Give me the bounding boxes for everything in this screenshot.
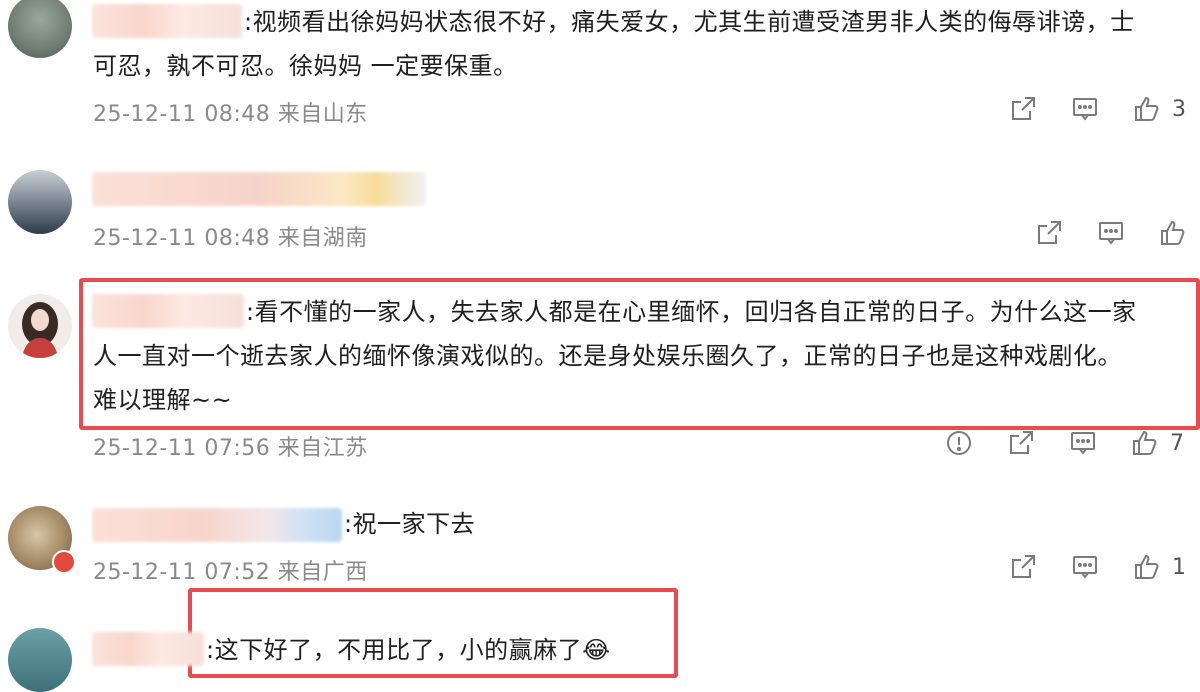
laughing-emoji-icon: 😂 [582,636,611,664]
share-icon[interactable] [1006,550,1040,584]
comment-meta: 25-12-11 08:48 来自湖南 [93,226,368,251]
comment-text: 人一直对一个逝去家人的缅怀像演戏似的。还是身处娱乐圈久了，正常的日子也是这种戏剧… [93,342,1122,370]
comment-text: :祝一家下去 [344,510,476,538]
comment-meta: 25-12-11 07:56 来自江苏 [93,436,368,461]
avatar[interactable] [8,294,72,358]
report-icon[interactable] [942,426,976,460]
comment-meta: 25-12-11 07:52 来自广西 [93,560,368,585]
username-blurred[interactable] [92,4,242,38]
like-count: 7 [1170,430,1184,456]
like-count: 3 [1172,96,1186,122]
comment-text: 可忍，孰不可忍。徐妈妈 一定要保重。 [93,52,518,80]
comment-text: :看不懂的一家人，失去家人都是在心里缅怀，回归各自正常的日子。为什么这一家 [246,298,1137,326]
like-icon[interactable] [1130,92,1164,126]
like-icon[interactable] [1130,550,1164,584]
like-icon[interactable] [1156,216,1190,250]
comment-text-content: :这下好了，不用比了，小的赢麻了 [206,636,583,664]
comment-text: 难以理解~~ [93,386,233,414]
comment-actions [1004,216,1190,250]
avatar[interactable] [8,628,72,692]
share-icon[interactable] [1004,426,1038,460]
comment-icon[interactable] [1094,216,1128,250]
avatar[interactable] [8,0,72,58]
comment-text: :视频看出徐妈妈状态很不好，痛失爱女，尤其生前遭受渣男非人类的侮辱诽谤，士 [244,8,1135,36]
username-blurred[interactable] [92,294,244,328]
comment-actions: 7 [914,426,1184,460]
comment-meta: 25-12-11 08:48 来自山东 [93,102,368,127]
avatar[interactable] [8,170,72,234]
comment-icon[interactable] [1068,92,1102,126]
comment-icon[interactable] [1068,550,1102,584]
like-count: 1 [1172,554,1186,580]
comment-actions: 1 [978,550,1186,584]
share-icon[interactable] [1032,216,1066,250]
user-badge-icon [52,550,76,574]
comment-text: :这下好了，不用比了，小的赢麻了😂 [206,630,611,670]
comment-icon[interactable] [1066,426,1100,460]
username-blurred[interactable] [92,508,342,542]
username-blurred[interactable] [92,632,204,666]
share-icon[interactable] [1006,92,1040,126]
username-blurred[interactable] [92,172,426,206]
like-icon[interactable] [1128,426,1162,460]
comment-actions: 3 [978,92,1186,126]
